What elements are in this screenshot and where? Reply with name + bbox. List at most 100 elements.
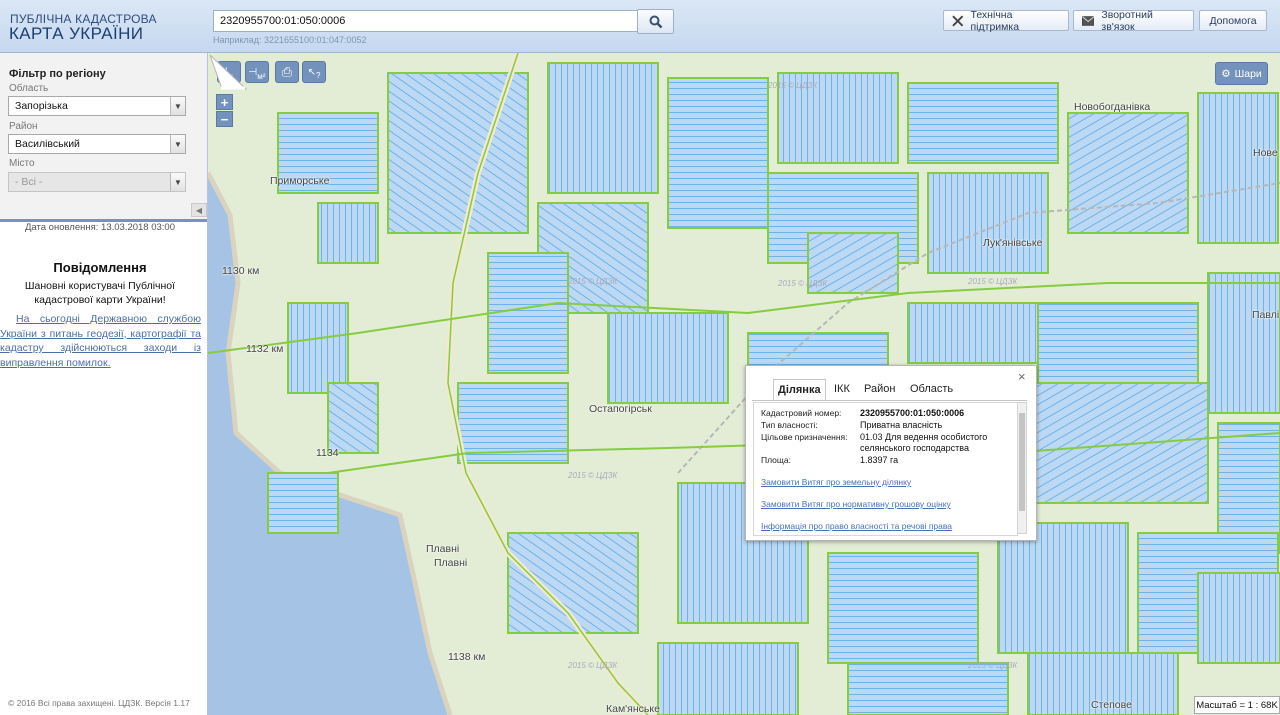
feedback-button[interactable]: Зворотний зв'язок <box>1073 8 1194 33</box>
chevron-left-icon: ◀ <box>195 205 203 215</box>
search-input[interactable] <box>213 10 642 32</box>
watermark: 2015 © ЦДЗК <box>968 277 1018 286</box>
region-filter: Фільтр по регіону Область Запорізька ▼ Р… <box>0 53 207 222</box>
parcel-block[interactable] <box>327 382 379 454</box>
logo-title[interactable]: КАРТА УКРАЇНИ <box>9 24 143 44</box>
map-layer <box>208 53 1280 715</box>
parcel-details: Кадастровий номер: 2320955700:01:050:000… <box>753 402 1018 536</box>
parcel-block[interactable] <box>827 552 979 664</box>
scrollbar-thumb[interactable] <box>1019 413 1025 511</box>
measure-area-button[interactable]: ⊣ м² <box>245 61 269 83</box>
map-canvas[interactable]: |м ⊣м² ⎙ ↖? + − ⚙ Шари Приморське 1130 к… <box>208 53 1280 715</box>
oblast-label: Область <box>9 83 49 94</box>
zoom-out-button[interactable]: − <box>216 111 233 127</box>
watermark: 2015 © ЦДЗК <box>768 81 818 90</box>
ownership-value: Приватна власність <box>860 420 943 430</box>
parcel-block[interactable] <box>997 522 1129 654</box>
identify-button[interactable]: ↖? <box>302 61 326 83</box>
close-icon[interactable]: × <box>1018 369 1026 384</box>
place-label: Павлі <box>1252 309 1280 321</box>
order-extract-link[interactable]: Замовити Витяг про земельну ділянку <box>761 477 911 487</box>
popup-scrollbar[interactable] <box>1017 402 1027 534</box>
parcel-block[interactable] <box>267 472 339 534</box>
purpose-value: 01.03 Для ведення особистого селянського… <box>860 432 988 453</box>
parcel-block[interactable] <box>667 77 769 229</box>
support-button[interactable]: Технічна підтримка <box>943 8 1069 33</box>
parcel-block[interactable] <box>1197 572 1280 664</box>
parcel-block[interactable] <box>907 82 1059 164</box>
parcel-block[interactable] <box>907 302 1039 364</box>
collapse-sidebar-button[interactable]: ◀ <box>191 203 207 217</box>
parcel-block[interactable] <box>387 72 529 234</box>
parcel-info-popup: × Ділянка ІКК Район Область Кадастровий … <box>745 365 1037 541</box>
cadastral-label: Кадастровий номер: <box>761 408 842 418</box>
area-label: м² <box>257 71 266 81</box>
city-value: - Всі - <box>15 176 43 188</box>
layers-label: Шари <box>1234 67 1262 80</box>
rayon-select[interactable]: Василівський ▼ <box>8 134 186 154</box>
watermark: 2015 © ЦДЗК <box>568 661 618 670</box>
message-link[interactable]: На сьогодні Державною службою України з … <box>0 312 201 370</box>
parcel-block[interactable] <box>1027 382 1209 504</box>
parcel-block[interactable] <box>1207 272 1280 414</box>
watermark: 2015 © ЦДЗК <box>778 279 828 288</box>
popup-pointer <box>209 54 248 90</box>
area-icon: ⊣ <box>248 66 258 78</box>
zoom-in-button[interactable]: + <box>216 94 233 110</box>
tab-ikk[interactable]: ІКК <box>830 379 854 399</box>
place-label: Новобогданівка <box>1074 101 1151 113</box>
scale-indicator: Масштаб = 1 : 68K <box>1194 696 1280 714</box>
gear-icon: ⚙ <box>1221 67 1231 80</box>
tab-oblast[interactable]: Область <box>906 379 957 399</box>
place-label: Лук'янівське <box>983 237 1043 249</box>
purpose-label: Цільове призначення: <box>761 432 848 442</box>
parcel-block[interactable] <box>927 172 1049 274</box>
support-label: Технічна підтримка <box>970 8 1020 33</box>
parcel-block[interactable] <box>847 662 1009 715</box>
message-title: Повідомлення <box>53 260 147 275</box>
rayon-label: Район <box>9 121 38 132</box>
city-select[interactable]: - Всі - ▼ <box>8 172 186 192</box>
search-button[interactable] <box>637 9 674 34</box>
rayon-value: Василівський <box>15 138 80 150</box>
chevron-down-icon: ▼ <box>170 173 185 191</box>
sidebar: Фільтр по регіону Область Запорізька ▼ Р… <box>0 53 208 715</box>
layers-button[interactable]: ⚙ Шари <box>1215 62 1268 85</box>
parcel-block[interactable] <box>657 642 799 715</box>
place-label: Плавні <box>434 557 468 569</box>
parcel-block[interactable] <box>487 252 569 374</box>
city-label: Місто <box>9 158 35 169</box>
place-label: 1134 <box>316 447 339 459</box>
header: ПУБЛІЧНА КАДАСТРОВА КАРТА УКРАЇНИ Наприк… <box>0 0 1280 53</box>
place-label: 1130 км <box>222 265 260 277</box>
cursor-icon: ↖ <box>307 66 316 78</box>
envelope-icon <box>1082 15 1095 26</box>
parcel-block[interactable] <box>317 202 379 264</box>
identify-label: ? <box>315 70 321 80</box>
parcel-block[interactable] <box>607 312 729 404</box>
parcel-block[interactable] <box>1197 92 1279 244</box>
parcel-block[interactable] <box>1037 302 1199 394</box>
place-label: Плавні <box>426 543 460 555</box>
oblast-select[interactable]: Запорізька ▼ <box>8 96 186 116</box>
copyright: © 2016 Всі права захищені. ЦДЗК. Версія … <box>8 698 190 708</box>
parcel-block[interactable] <box>547 62 659 194</box>
tools-icon <box>952 15 964 26</box>
tab-parcel[interactable]: Ділянка <box>773 379 826 400</box>
print-button[interactable]: ⎙ <box>275 61 299 83</box>
place-label: 1132 км <box>246 343 284 355</box>
place-label: Кам'янське <box>606 703 660 715</box>
ownership-info-link[interactable]: Інформація про право власності та речові… <box>761 521 952 531</box>
help-button[interactable]: Допомога <box>1199 10 1267 31</box>
parcel-block[interactable] <box>287 302 349 394</box>
parcel-block[interactable] <box>1067 112 1189 234</box>
order-valuation-link[interactable]: Замовити Витяг про нормативну грошову оц… <box>761 499 951 509</box>
feedback-label: Зворотний зв'язок <box>1101 8 1153 33</box>
cadastral-value: 2320955700:01:050:0006 <box>860 408 965 418</box>
help-label: Допомога <box>1209 14 1257 27</box>
place-label: Приморське <box>270 175 330 187</box>
tab-rayon[interactable]: Район <box>860 379 899 399</box>
filter-title: Фільтр по регіону <box>9 68 106 80</box>
area-label: Площа: <box>761 455 791 465</box>
place-label: Нове <box>1253 147 1278 159</box>
